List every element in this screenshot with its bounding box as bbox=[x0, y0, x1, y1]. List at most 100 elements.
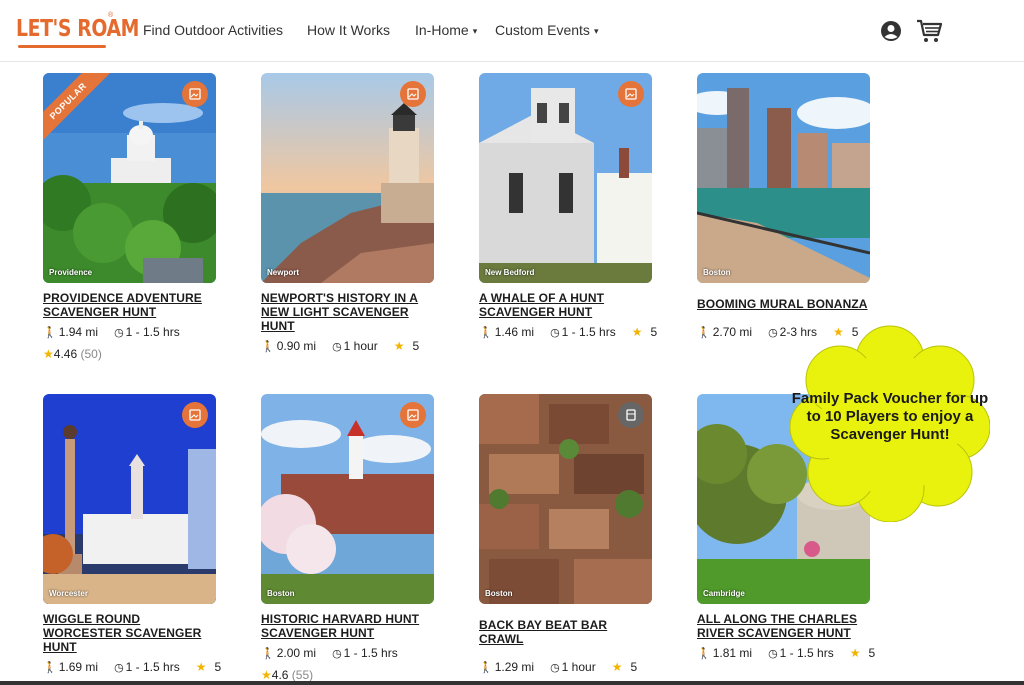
rating: ★ 5 bbox=[394, 339, 427, 353]
logo-wordmark: LET'S ROAM bbox=[16, 16, 140, 42]
activity-title[interactable]: NEWPORT'S HISTORY IN A NEW LIGHT SCAVENG… bbox=[261, 291, 436, 333]
activity-card[interactable]: Boston BOOMING MURAL BONANZA 🚶 2.70 mi ◷ 2-… bbox=[697, 73, 872, 340]
photo-challenge-badge bbox=[182, 81, 208, 107]
duration-value: 1 - 1.5 hrs bbox=[343, 646, 398, 660]
nav-find-outdoor-activities[interactable]: Find Outdoor Activities bbox=[143, 22, 283, 38]
duration-value: 1 - 1.5 hrs bbox=[779, 646, 834, 660]
distance-value: 2.00 mi bbox=[276, 646, 317, 660]
walking-icon: 🚶 bbox=[479, 327, 493, 339]
nav-in-home[interactable]: In-Home ▾ bbox=[415, 22, 477, 38]
distance-value: 1.46 mi bbox=[494, 325, 535, 339]
clock-icon: ◷ bbox=[550, 662, 560, 674]
activity-title[interactable]: WIGGLE ROUND WORCESTER SCAVENGER HUNT bbox=[43, 612, 218, 654]
activity-card[interactable]: POPULAR Providence PROVIDENCE ADVENTURE … bbox=[43, 73, 218, 361]
glass-icon bbox=[626, 409, 636, 421]
image-icon bbox=[625, 88, 637, 100]
star-icon: ★ bbox=[631, 325, 643, 339]
walking-icon: 🚶 bbox=[43, 327, 57, 339]
walking-icon: 🚶 bbox=[261, 341, 275, 353]
distance: 🚶 2.70 mi bbox=[697, 325, 760, 339]
activity-image[interactable]: Boston bbox=[479, 394, 652, 604]
cart-icon[interactable] bbox=[916, 18, 942, 44]
activity-title[interactable]: HISTORIC HARVARD HUNT SCAVENGER HUNT bbox=[261, 612, 436, 640]
walking-icon: 🚶 bbox=[43, 662, 57, 674]
activity-card[interactable]: Boston BACK BAY BEAT BAR CRAWL 🚶 1.29 mi ◷… bbox=[479, 394, 654, 675]
city-label: Providence bbox=[49, 268, 93, 277]
user-icon[interactable] bbox=[880, 20, 902, 42]
rating: ★ 5 bbox=[632, 325, 665, 339]
image-icon bbox=[407, 88, 419, 100]
clock-icon: ◷ bbox=[114, 662, 124, 674]
rating-value: 5 bbox=[868, 646, 876, 660]
activity-card[interactable]: Newport NEWPORT'S HISTORY IN A NEW LIGHT… bbox=[261, 73, 436, 354]
activity-title[interactable]: ALL ALONG THE CHARLES RIVER SCAVENGER HU… bbox=[697, 612, 872, 640]
bottom-edge-bar bbox=[0, 681, 1024, 685]
activity-title[interactable]: PROVIDENCE ADVENTURE SCAVENGER HUNT bbox=[43, 291, 218, 319]
walking-icon: 🚶 bbox=[697, 648, 711, 660]
distance: 🚶 1.94 mi bbox=[43, 325, 106, 339]
star-icon: ★ bbox=[261, 668, 272, 682]
star-icon: ★ bbox=[195, 660, 207, 674]
bar-crawl-badge bbox=[618, 402, 644, 428]
lets-roam-logo[interactable]: LET'S ROAM ® bbox=[16, 12, 139, 50]
city-label: Boston bbox=[703, 268, 731, 277]
clock-icon: ◷ bbox=[332, 341, 342, 353]
duration-value: 1 - 1.5 hrs bbox=[561, 325, 616, 339]
review-count: (50) bbox=[80, 347, 102, 361]
logo-registered-mark: ® bbox=[108, 12, 114, 19]
nav-how-it-works[interactable]: How It Works bbox=[307, 22, 390, 38]
duration-value: 1 hour bbox=[343, 339, 378, 353]
activity-image[interactable]: Newport bbox=[261, 73, 434, 283]
duration: ◷ 1 hour bbox=[332, 339, 386, 353]
clock-icon: ◷ bbox=[768, 648, 778, 660]
duration-value: 1 hour bbox=[561, 660, 596, 674]
duration: ◷ 1 - 1.5 hrs bbox=[550, 325, 624, 339]
activity-meta: 🚶 2.00 mi ◷ 1 - 1.5 hrs bbox=[261, 646, 436, 661]
photo-challenge-badge bbox=[182, 402, 208, 428]
nav-custom-events[interactable]: Custom Events ▾ bbox=[495, 22, 598, 38]
clock-icon: ◷ bbox=[114, 327, 124, 339]
duration: ◷ 1 - 1.5 hrs bbox=[114, 325, 188, 339]
activity-image[interactable]: New Bedford bbox=[479, 73, 652, 283]
site-header: LET'S ROAM ® Find Outdoor Activities How… bbox=[0, 0, 1024, 62]
rating-value: 5 bbox=[214, 660, 222, 674]
activity-image[interactable]: Boston bbox=[261, 394, 434, 604]
activity-meta: 🚶 1.81 mi ◷ 1 - 1.5 hrs ★ 5 bbox=[697, 646, 876, 661]
star-icon: ★ bbox=[611, 660, 623, 674]
distance: 🚶 2.00 mi bbox=[261, 646, 324, 660]
star-icon: ★ bbox=[43, 347, 54, 361]
distance-value: 0.90 mi bbox=[276, 339, 317, 353]
logo-swoosh bbox=[18, 45, 106, 48]
activity-image[interactable]: Boston bbox=[697, 73, 870, 283]
activity-meta: 🚶 1.29 mi ◷ 1 hour ★ 5 bbox=[479, 660, 654, 675]
rating: ★4.6 (55) bbox=[261, 668, 436, 682]
duration: ◷ 1 - 1.5 hrs bbox=[114, 660, 188, 674]
family-pack-promo[interactable]: Family Pack Voucher for up to 10 Players… bbox=[789, 322, 991, 523]
star-icon: ★ bbox=[393, 339, 405, 353]
duration-value: 1 - 1.5 hrs bbox=[125, 325, 180, 339]
activity-title[interactable]: A WHALE OF A HUNT SCAVENGER HUNT bbox=[479, 291, 654, 319]
distance-value: 1.94 mi bbox=[58, 325, 99, 339]
activity-title[interactable]: BACK BAY BEAT BAR CRAWL bbox=[479, 618, 654, 646]
clock-icon: ◷ bbox=[550, 327, 560, 339]
walking-icon: 🚶 bbox=[479, 662, 493, 674]
activity-image[interactable]: POPULAR Providence bbox=[43, 73, 216, 283]
nav-label: How It Works bbox=[307, 22, 390, 38]
activity-meta: 🚶 1.94 mi ◷ 1 - 1.5 hrs bbox=[43, 325, 218, 340]
activity-title[interactable]: BOOMING MURAL BONANZA bbox=[697, 297, 872, 311]
distance: 🚶 1.29 mi bbox=[479, 660, 542, 674]
distance: 🚶 1.81 mi bbox=[697, 646, 760, 660]
activity-card[interactable]: Boston HISTORIC HARVARD HUNT SCAVENGER H… bbox=[261, 394, 436, 682]
clock-icon: ◷ bbox=[332, 648, 342, 660]
promo-text: Family Pack Voucher for up to 10 Players… bbox=[791, 390, 989, 443]
distance-value: 1.29 mi bbox=[494, 660, 535, 674]
duration: ◷ 1 - 1.5 hrs bbox=[768, 646, 842, 660]
rating: ★ 5 bbox=[196, 660, 229, 674]
image-icon bbox=[407, 409, 419, 421]
activity-card[interactable]: Worcester WIGGLE ROUND WORCESTER SCAVENG… bbox=[43, 394, 221, 675]
city-label: Newport bbox=[267, 268, 299, 277]
activity-image[interactable]: Worcester bbox=[43, 394, 216, 604]
activity-card[interactable]: New Bedford A WHALE OF A HUNT SCAVENGER … bbox=[479, 73, 657, 340]
photo-challenge-badge bbox=[618, 81, 644, 107]
duration: ◷ 1 hour bbox=[550, 660, 604, 674]
